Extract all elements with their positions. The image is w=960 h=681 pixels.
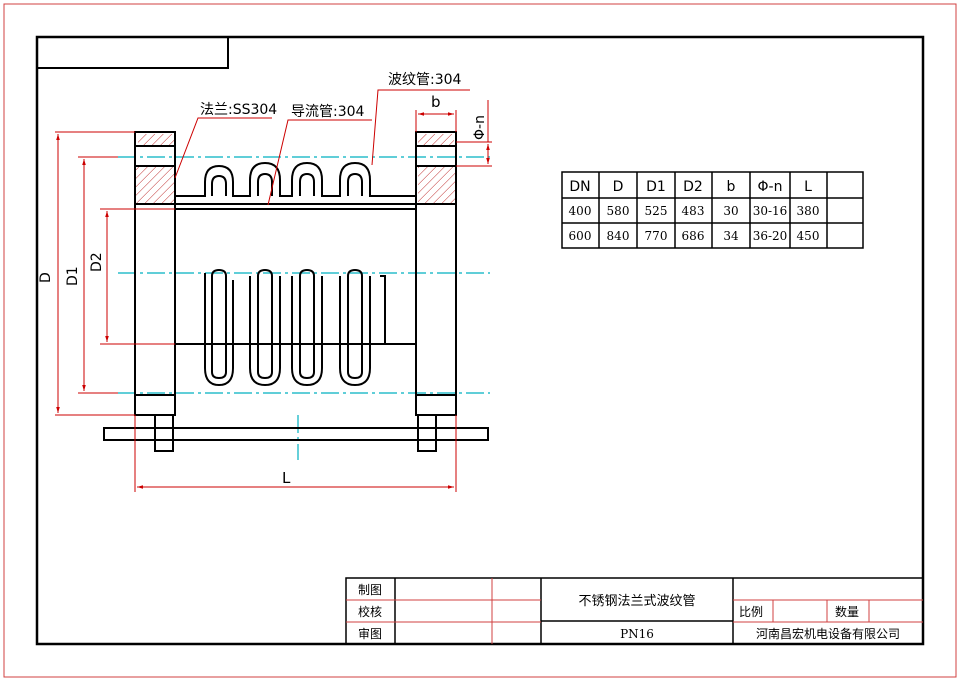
cell-r1-d: 580 (607, 204, 630, 218)
th-d1: D1 (646, 179, 666, 195)
label-phi-n: Φ-n (472, 115, 488, 140)
drawing-sheet: 法兰:SS304 导流管:304 波纹管:304 b Φ-n D D1 D2 L… (3, 3, 957, 678)
label-D1: D1 (65, 266, 81, 286)
cell-r1-d1: 525 (645, 204, 668, 218)
guide-tube (175, 203, 435, 345)
th-phi-n: Φ-n (758, 179, 783, 195)
cell-r2-l: 450 (797, 229, 820, 243)
tb-part-name: 不锈钢法兰式波纹管 (578, 594, 695, 609)
label-b: b (431, 93, 441, 111)
dimension-lines (55, 89, 492, 492)
cell-r1-dn: 400 (569, 204, 592, 218)
cell-r2-d1: 770 (645, 229, 668, 243)
title-block: 制图 校核 审图 不锈钢法兰式波纹管 PN16 比例 数量 河南昌宏机电设备有限… (345, 577, 924, 645)
bellows-body (175, 268, 416, 387)
cell-r2-b: 34 (723, 229, 739, 243)
tb-quantity: 数量 (835, 604, 859, 619)
label-L: L (282, 469, 291, 487)
bellows-top (175, 161, 416, 197)
spec-table: DN D D1 D2 b Φ-n L 400 580 525 483 30 30… (561, 171, 864, 249)
th-d2: D2 (683, 179, 703, 195)
tb-company: 河南昌宏机电设备有限公司 (756, 626, 900, 641)
cell-r2-dn: 600 (569, 229, 592, 243)
th-dn: DN (569, 179, 590, 195)
tie-rod (103, 414, 489, 452)
cell-r1-phi-n: 30-16 (753, 204, 788, 218)
cell-r1-l: 380 (797, 204, 820, 218)
th-l: L (804, 179, 812, 195)
label-guide-tube: 导流管:304 (291, 104, 365, 120)
label-D: D (38, 272, 54, 283)
cell-r2-d2: 686 (682, 229, 705, 243)
tb-drawn-by: 制图 (358, 583, 382, 597)
tb-checked-by: 校核 (358, 604, 382, 619)
corner-box (37, 37, 229, 69)
th-b: b (727, 179, 736, 195)
cell-r2-d: 840 (607, 229, 630, 243)
tb-scale: 比例 (739, 605, 763, 619)
label-bellows: 波纹管:304 (388, 72, 462, 88)
tb-approved-by: 审图 (358, 626, 382, 641)
label-D2: D2 (89, 252, 105, 272)
sheet-border-outer (3, 3, 957, 678)
cell-r2-phi-n: 36-20 (753, 229, 788, 243)
cell-r1-d2: 483 (682, 204, 705, 218)
cell-r1-b: 30 (723, 204, 738, 218)
th-d: D (613, 179, 624, 195)
tb-pressure: PN16 (620, 627, 654, 641)
label-flange: 法兰:SS304 (200, 102, 277, 118)
